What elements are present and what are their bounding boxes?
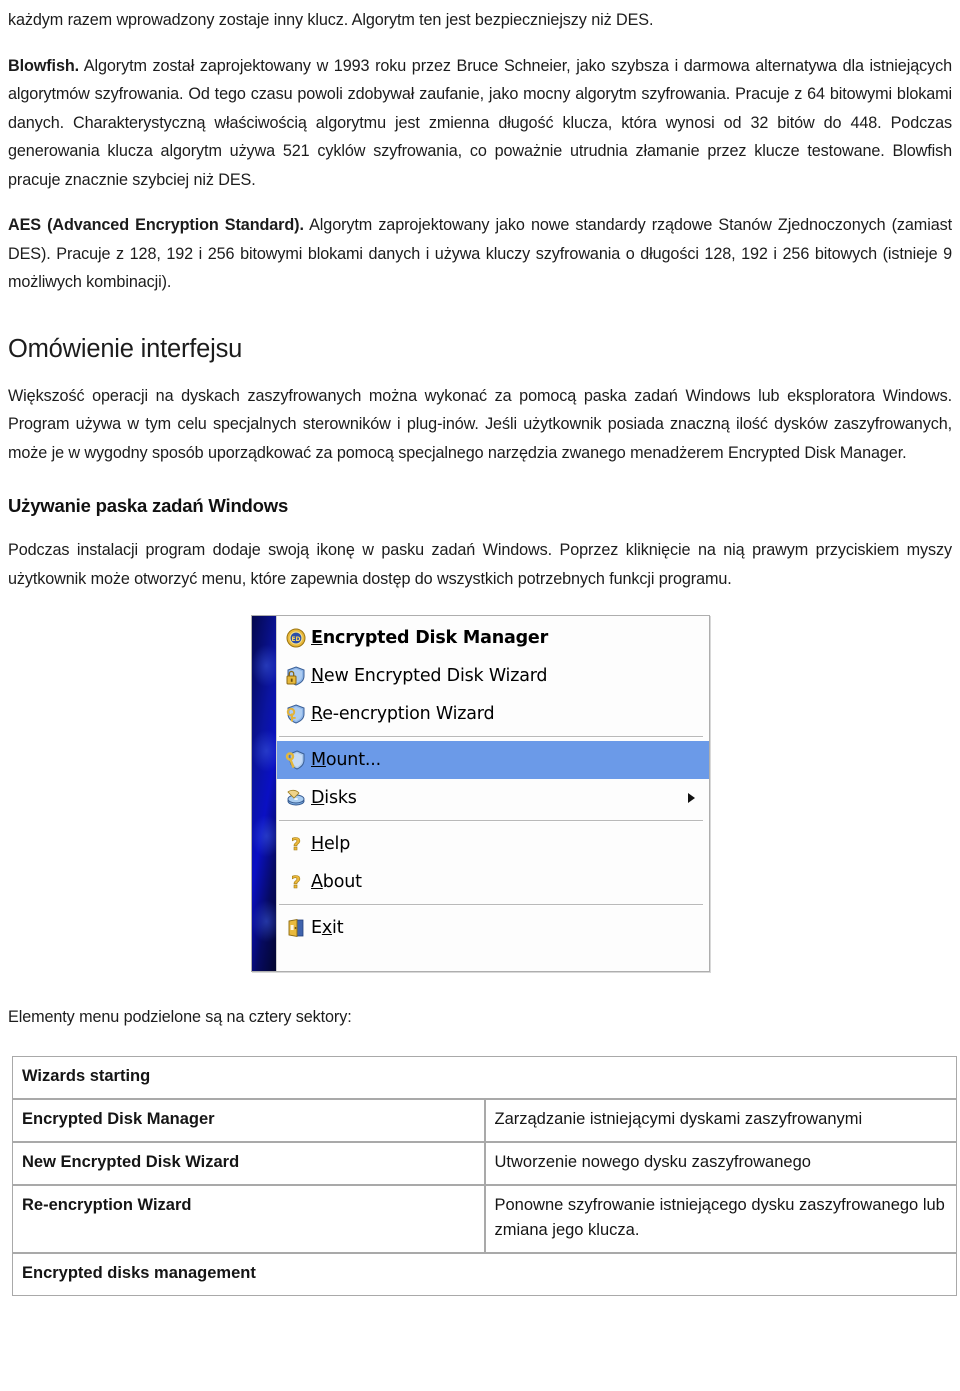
- table-cell-name: New Encrypted Disk Wizard: [12, 1141, 485, 1185]
- label-rest: e-encryption Wizard: [322, 704, 495, 724]
- table-cell-desc: Zarządzanie istniejącymi dyskami zaszyfr…: [484, 1098, 957, 1142]
- svg-text:ED: ED: [291, 636, 300, 643]
- paragraph-sectors-intro: Elementy menu podzielone są na cztery se…: [8, 1008, 352, 1026]
- paragraph-interface: Większość operacji na dyskach zaszyfrowa…: [8, 386, 952, 462]
- shield-ed-icon: ED: [281, 624, 311, 652]
- exit-door-icon: [281, 914, 311, 942]
- table-row: Re-encryption Wizard Ponowne szyfrowanie…: [12, 1184, 957, 1253]
- svg-text:?: ?: [291, 873, 301, 892]
- menu-item-label: Exit: [311, 918, 344, 938]
- document-page: każdym razem wprowadzony zostaje inny kl…: [0, 0, 960, 1391]
- tray-context-menu-figure: ED Encrypted Disk Manager New Encrypted …: [247, 615, 713, 977]
- label-rest: ew Encrypted Disk Wizard: [323, 666, 548, 686]
- paragraph-aes: AES (Advanced Encryption Standard). Algo…: [8, 211, 952, 297]
- paragraph-taskbar: Podczas instalacji program dodaje swoją …: [8, 541, 952, 588]
- table-section-header: Encrypted disks management: [12, 1252, 957, 1296]
- label-rest: isks: [324, 788, 357, 808]
- menu-item-exit[interactable]: Exit: [277, 909, 709, 947]
- accel-char: M: [311, 750, 326, 770]
- paragraph-continued: każdym razem wprowadzony zostaje inny kl…: [8, 11, 654, 29]
- label-rest: elp: [323, 834, 351, 854]
- accel-char: E: [311, 628, 323, 648]
- menu-separator: [279, 736, 703, 738]
- accel-char: x: [321, 918, 333, 938]
- heading-taskbar-usage: Używanie paska zadań Windows: [8, 495, 289, 516]
- document-content: każdym razem wprowadzony zostaje inny kl…: [0, 0, 960, 1296]
- label-rest: bout: [322, 872, 362, 892]
- menu-item-mount[interactable]: Mount...: [277, 741, 709, 779]
- shield-wrench-icon: [281, 746, 311, 774]
- menu-item-help[interactable]: ? Help: [277, 825, 709, 863]
- accel-char: H: [311, 834, 324, 854]
- shield-key-icon: [281, 700, 311, 728]
- table-cell-desc: Ponowne szyfrowanie istniejącego dysku z…: [484, 1184, 957, 1253]
- accel-char: A: [311, 872, 323, 892]
- table-cell-name: Encrypted Disk Manager: [12, 1098, 485, 1142]
- menu-item-label: Re-encryption Wizard: [311, 704, 495, 724]
- question-mark-icon: ?: [281, 868, 311, 896]
- menu-item-new-encrypted-disk-wizard[interactable]: New Encrypted Disk Wizard: [277, 657, 709, 695]
- paragraph-blowfish: Blowfish. Algorytm został zaprojektowany…: [8, 52, 952, 195]
- menu-item-re-encryption-wizard[interactable]: Re-encryption Wizard: [277, 695, 709, 733]
- menu-item-disks[interactable]: Disks: [277, 779, 709, 817]
- table-row: New Encrypted Disk Wizard Utworzenie now…: [12, 1141, 957, 1185]
- menu-item-label: About: [311, 872, 362, 892]
- menu-item-label: New Encrypted Disk Wizard: [311, 666, 548, 686]
- table-row: Encrypted Disk Manager Zarządzanie istni…: [12, 1098, 957, 1142]
- heading-interface-overview: Omówienie interfejsu: [8, 334, 243, 363]
- submenu-arrow-icon: [688, 793, 695, 803]
- accel-char: R: [311, 704, 323, 724]
- aes-label: AES (Advanced Encryption Standard).: [8, 216, 304, 234]
- menu-item-about[interactable]: ? About: [277, 863, 709, 901]
- menu-item-label: Disks: [311, 788, 357, 808]
- table-row: Wizards starting: [12, 1055, 957, 1099]
- label-pre: E: [311, 918, 322, 938]
- menu-separator: [279, 820, 703, 822]
- table-cell-desc: Utworzenie nowego dysku zaszyfrowanego: [484, 1141, 957, 1185]
- svg-text:?: ?: [291, 835, 301, 854]
- menu-item-list: ED Encrypted Disk Manager New Encrypted …: [277, 616, 709, 971]
- table-row: Encrypted disks management: [12, 1252, 957, 1296]
- blowfish-body: Algorytm został zaprojektowany w 1993 ro…: [8, 56, 952, 189]
- menu-item-label: Help: [311, 834, 350, 854]
- shield-lock-icon: [281, 662, 311, 690]
- table-cell-name: Re-encryption Wizard: [12, 1184, 485, 1253]
- tray-context-menu[interactable]: ED Encrypted Disk Manager New Encrypted …: [251, 615, 710, 972]
- question-mark-icon: ?: [281, 830, 311, 858]
- menu-separator: [279, 904, 703, 906]
- blowfish-label: Blowfish.: [8, 56, 80, 75]
- accel-char: N: [311, 666, 324, 686]
- disk-icon: [281, 784, 311, 812]
- menu-item-encrypted-disk-manager[interactable]: ED Encrypted Disk Manager: [277, 619, 709, 657]
- label-rest: ount...: [325, 750, 381, 770]
- menu-item-label: Mount...: [311, 750, 381, 770]
- menu-banner-gutter: [252, 616, 277, 971]
- table-section-header: Wizards starting: [12, 1055, 957, 1099]
- menu-item-label: Encrypted Disk Manager: [311, 628, 548, 648]
- label-rest: it: [332, 918, 344, 938]
- label-rest: ncrypted Disk Manager: [322, 628, 549, 648]
- accel-char: D: [311, 788, 325, 808]
- sector-table: Wizards starting Encrypted Disk Manager …: [12, 1055, 957, 1296]
